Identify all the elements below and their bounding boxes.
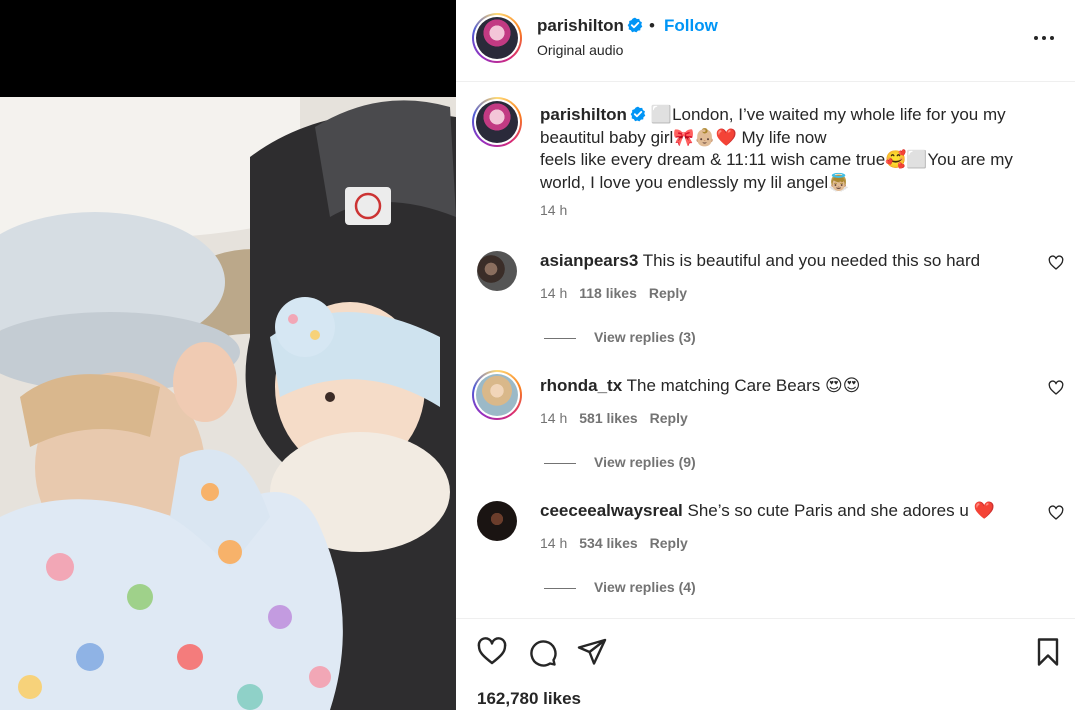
commenter-username[interactable]: rhonda_tx [540, 376, 622, 395]
commenter-username[interactable]: ceeceealwaysreal [540, 501, 683, 520]
share-icon[interactable] [576, 636, 608, 668]
caption-line-1: ⬜London, I’ve waited my whole life for y… [650, 105, 1006, 124]
comment-text: She’s so cute Paris and she adores u ❤️ [687, 501, 995, 520]
caption-line-2: beautitul baby girl🎀👶🏼❤️ My life now [540, 127, 827, 147]
author-username[interactable]: parishilton [537, 16, 624, 35]
comment-text: The matching Care Bears 😍😍 [626, 376, 861, 395]
author-avatar[interactable] [476, 17, 518, 59]
verified-badge-icon [627, 17, 643, 33]
post-header: parishilton • Follow Original audio [456, 0, 1075, 82]
reply-button[interactable]: Reply [650, 410, 688, 426]
heart-icon[interactable] [1048, 255, 1064, 271]
commenter-username[interactable]: asianpears3 [540, 251, 638, 270]
view-replies-button[interactable]: View replies (4) [544, 579, 696, 595]
verified-badge-icon [630, 106, 646, 122]
more-options-button[interactable] [1030, 24, 1060, 54]
bookmark-icon[interactable] [1032, 636, 1064, 668]
action-bar: 162,780 likes [456, 618, 1075, 710]
author-avatar-ring[interactable] [472, 13, 522, 63]
comment-icon[interactable] [526, 636, 558, 668]
comment: ceeceealwaysreal She’s so cute Paris and… [456, 501, 1075, 611]
commenter-avatar[interactable] [477, 501, 517, 541]
comment-likes[interactable]: 118 likes [579, 285, 637, 301]
comment-meta: 14 h 581 likes Reply [540, 410, 700, 426]
post-media[interactable] [0, 0, 456, 710]
comment-time[interactable]: 14 h [540, 410, 567, 426]
commenter-avatar[interactable] [477, 251, 517, 291]
caption-avatar-ring[interactable] [472, 97, 522, 147]
caption-line-4: world, I love you endlessly my lil angel… [540, 172, 850, 192]
follow-button[interactable]: Follow [664, 16, 718, 36]
photo-illustration [0, 97, 456, 710]
comment-time[interactable]: 14 h [540, 535, 567, 551]
comment-likes[interactable]: 534 likes [579, 535, 637, 551]
comment-time[interactable]: 14 h [540, 285, 567, 301]
caption-avatar[interactable] [476, 101, 518, 143]
commenter-avatar[interactable] [476, 374, 518, 416]
more-options-icon [1034, 36, 1054, 40]
heart-icon[interactable] [1048, 380, 1064, 396]
heart-icon[interactable] [476, 636, 508, 668]
caption-timestamp[interactable]: 14 h [540, 202, 567, 218]
likes-count[interactable]: 162,780 likes [477, 689, 581, 709]
reply-button[interactable]: Reply [649, 285, 687, 301]
heart-icon[interactable] [1048, 505, 1064, 521]
reply-button[interactable]: Reply [650, 535, 688, 551]
view-replies-button[interactable]: View replies (9) [544, 454, 696, 470]
comment-text: This is beautiful and you needed this so… [642, 251, 981, 270]
commenter-avatar-ring[interactable] [472, 370, 522, 420]
comment: rhonda_tx The matching Care Bears 😍😍 14 … [456, 370, 1075, 486]
caption-line-3: feels like every dream & 11:11 wish came… [540, 150, 1013, 169]
comment-meta: 14 h 534 likes Reply [540, 535, 700, 551]
view-replies-button[interactable]: View replies (3) [544, 329, 696, 345]
header-separator: • [649, 16, 655, 35]
post-caption: parishilton ⬜London, I’ve waited my whole… [540, 104, 1030, 194]
post-photo[interactable] [0, 97, 456, 710]
comment-likes[interactable]: 581 likes [579, 410, 637, 426]
comment: asianpears3 This is beautiful and you ne… [456, 251, 1075, 361]
post-details-panel: parishilton • Follow Original audio pari… [456, 0, 1075, 710]
caption-username[interactable]: parishilton [540, 105, 627, 124]
comment-meta: 14 h 118 likes Reply [540, 285, 699, 301]
original-audio-link[interactable]: Original audio [537, 42, 623, 58]
